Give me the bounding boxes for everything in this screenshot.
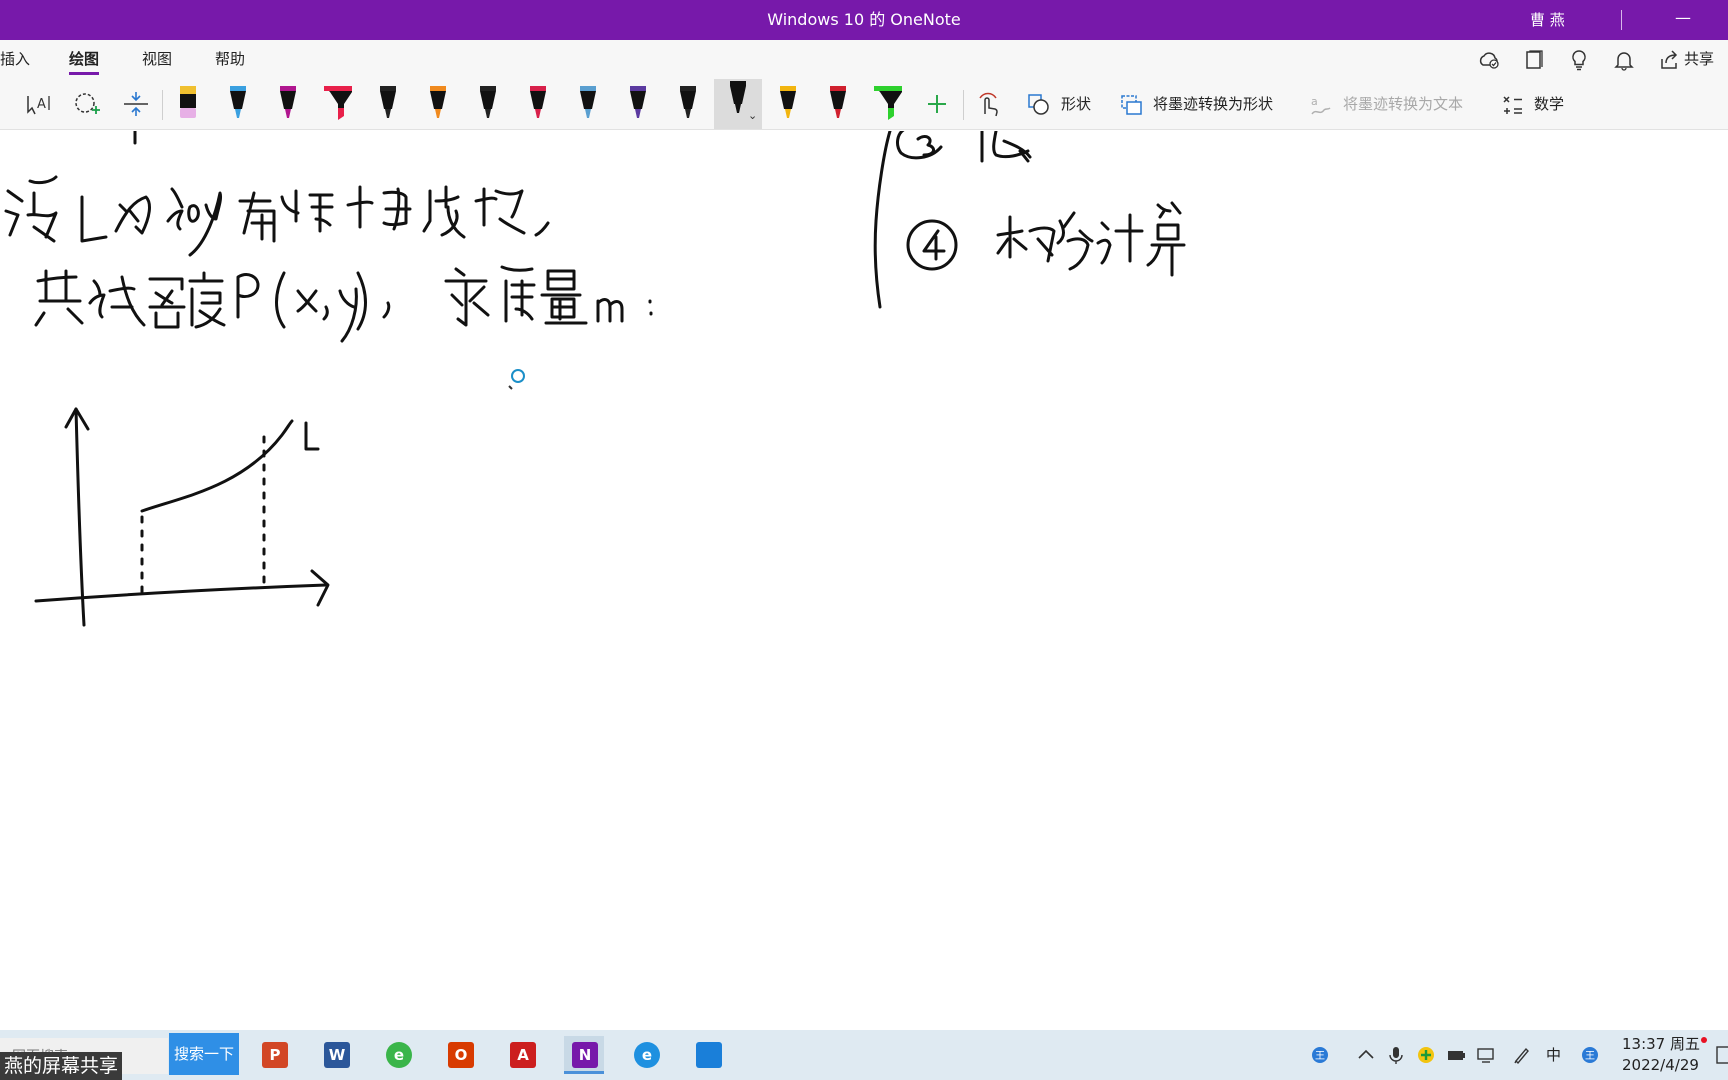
security-icon[interactable]: [1416, 1045, 1436, 1065]
title-separator: [1621, 10, 1622, 30]
toolbar-separator: [963, 90, 964, 120]
add-space-icon[interactable]: [116, 84, 156, 124]
svg-text:a: a: [1311, 95, 1318, 108]
network-icon[interactable]: [1476, 1045, 1496, 1065]
touch-draw-icon[interactable]: [968, 84, 1008, 124]
action-center-icon[interactable]: [1716, 1045, 1728, 1065]
taskbar-ie-icon[interactable]: e: [626, 1036, 666, 1074]
app-letter: O: [448, 1042, 474, 1068]
minimize-button[interactable]: —: [1668, 0, 1698, 40]
ribbon-tabs: 插入 绘图 视图 帮助 共享: [0, 40, 1728, 78]
ink-to-shape-icon[interactable]: [1118, 92, 1144, 118]
pen-8-icon[interactable]: [518, 84, 558, 124]
input-method-icon[interactable]: 王: [1580, 1045, 1600, 1065]
pen-9-icon[interactable]: [568, 84, 608, 124]
pen-4-icon[interactable]: [318, 84, 358, 124]
taskbar-ie-green-icon[interactable]: e: [378, 1036, 418, 1074]
app-letter: e: [386, 1042, 412, 1068]
taskbar-powerpoint-icon[interactable]: P: [254, 1036, 294, 1074]
svg-text:王: 王: [1315, 1051, 1325, 1062]
chevron-down-icon[interactable]: ⌄: [748, 109, 757, 122]
x-axis-arrow: [310, 569, 330, 607]
add-pen-icon[interactable]: [917, 84, 957, 124]
pen-3-icon[interactable]: [268, 84, 308, 124]
ink-to-text-button: 将墨迹转换为文本: [1343, 95, 1464, 113]
app-letter: N: [572, 1042, 598, 1068]
pen-cursor: [508, 369, 525, 390]
app-letter: A: [510, 1042, 536, 1068]
window-title: Windows 10 的 OneNote: [767, 10, 961, 29]
shapes-icon[interactable]: [1026, 92, 1052, 118]
pen-15-icon[interactable]: [868, 84, 908, 124]
ink-layer: [4, 131, 1186, 627]
shapes-button[interactable]: 形状: [1061, 78, 1091, 130]
tab-draw[interactable]: 绘图: [69, 40, 100, 78]
tab-view[interactable]: 视图: [142, 40, 172, 78]
ink-to-text-icon: a: [1311, 95, 1331, 115]
tab-insert[interactable]: 插入: [0, 40, 30, 78]
title-bar: Windows 10 的 OneNote 曹 燕 —: [0, 0, 1728, 40]
taskbar-onenote-icon[interactable]: N: [564, 1036, 604, 1074]
ink-line-2: [34, 265, 653, 343]
pen-6-icon[interactable]: [418, 84, 458, 124]
ink-right-column: [873, 131, 1186, 309]
pen-14-icon[interactable]: [818, 84, 858, 124]
share-icon[interactable]: [1658, 49, 1680, 71]
type-select-icon[interactable]: A: [18, 84, 58, 124]
pen-1-icon[interactable]: [168, 84, 208, 124]
bell-icon[interactable]: [1613, 49, 1635, 71]
pen-7-icon[interactable]: [468, 84, 508, 124]
notification-dot-icon: [1701, 1037, 1707, 1043]
share-button[interactable]: 共享: [1684, 40, 1714, 78]
pen-icon[interactable]: [1512, 1045, 1532, 1065]
pen-11-icon[interactable]: [668, 84, 708, 124]
svg-text:A: A: [37, 97, 46, 112]
svg-text:王: 王: [1585, 1051, 1595, 1062]
pen-13-icon[interactable]: [768, 84, 808, 124]
screen-share-banner: 燕的屏幕共享: [0, 1052, 123, 1080]
taskbar-word-icon[interactable]: W: [316, 1036, 356, 1074]
battery-icon[interactable]: [1446, 1045, 1466, 1065]
label-L-stroke: [304, 421, 320, 451]
taskbar: 搜索一下 P We O A Ne 王 中 王 13:37 周五 2022/4/29: [0, 1030, 1728, 1080]
app-letter: [696, 1042, 722, 1068]
pen-2-icon[interactable]: [218, 84, 258, 124]
ink-graph-sketch: [34, 407, 330, 627]
taskbar-acrobat-icon[interactable]: A: [502, 1036, 542, 1074]
y-axis-stroke: [74, 407, 86, 627]
lightbulb-icon[interactable]: [1568, 49, 1590, 71]
draw-toolbar: A ⌄ 形状 将墨迹转换为形状 a 将墨迹转换为文本 数学: [0, 78, 1728, 130]
lasso-select-icon[interactable]: [67, 84, 107, 124]
x-axis-stroke: [34, 583, 328, 603]
toolbar-separator: [162, 90, 163, 120]
ime-mode-label[interactable]: 中: [1546, 1030, 1561, 1080]
ink-line-1: [4, 175, 550, 257]
taskbar-photos-icon[interactable]: [688, 1036, 728, 1074]
math-icon[interactable]: [1499, 92, 1525, 118]
clock-time: 13:37 周五: [1622, 1035, 1700, 1053]
tab-help[interactable]: 帮助: [215, 40, 245, 78]
chevron-up-icon[interactable]: [1356, 1045, 1376, 1065]
app-letter: e: [634, 1042, 660, 1068]
notebook-pages-icon[interactable]: [1523, 49, 1545, 71]
pen-10-icon[interactable]: [618, 84, 658, 124]
sync-cloud-icon[interactable]: [1478, 49, 1500, 71]
note-canvas[interactable]: [0, 131, 1728, 1030]
math-button[interactable]: 数学: [1534, 78, 1564, 130]
app-letter: P: [262, 1042, 288, 1068]
user-name[interactable]: 曹 燕: [1530, 0, 1565, 40]
system-clock[interactable]: 13:37 周五 2022/4/29: [1622, 1034, 1700, 1076]
search-button[interactable]: 搜索一下: [169, 1033, 239, 1075]
pen-5-icon[interactable]: [368, 84, 408, 124]
taskbar-office-icon[interactable]: O: [440, 1036, 480, 1074]
microphone-icon[interactable]: [1386, 1045, 1406, 1065]
ink-to-shape-button[interactable]: 将墨迹转换为形状: [1153, 78, 1273, 130]
input-method-icon[interactable]: 王: [1310, 1045, 1330, 1065]
curve-L: [140, 419, 294, 513]
app-letter: W: [324, 1042, 350, 1068]
pen-12-icon[interactable]: ⌄: [714, 79, 762, 129]
clock-date: 2022/4/29: [1622, 1056, 1699, 1074]
